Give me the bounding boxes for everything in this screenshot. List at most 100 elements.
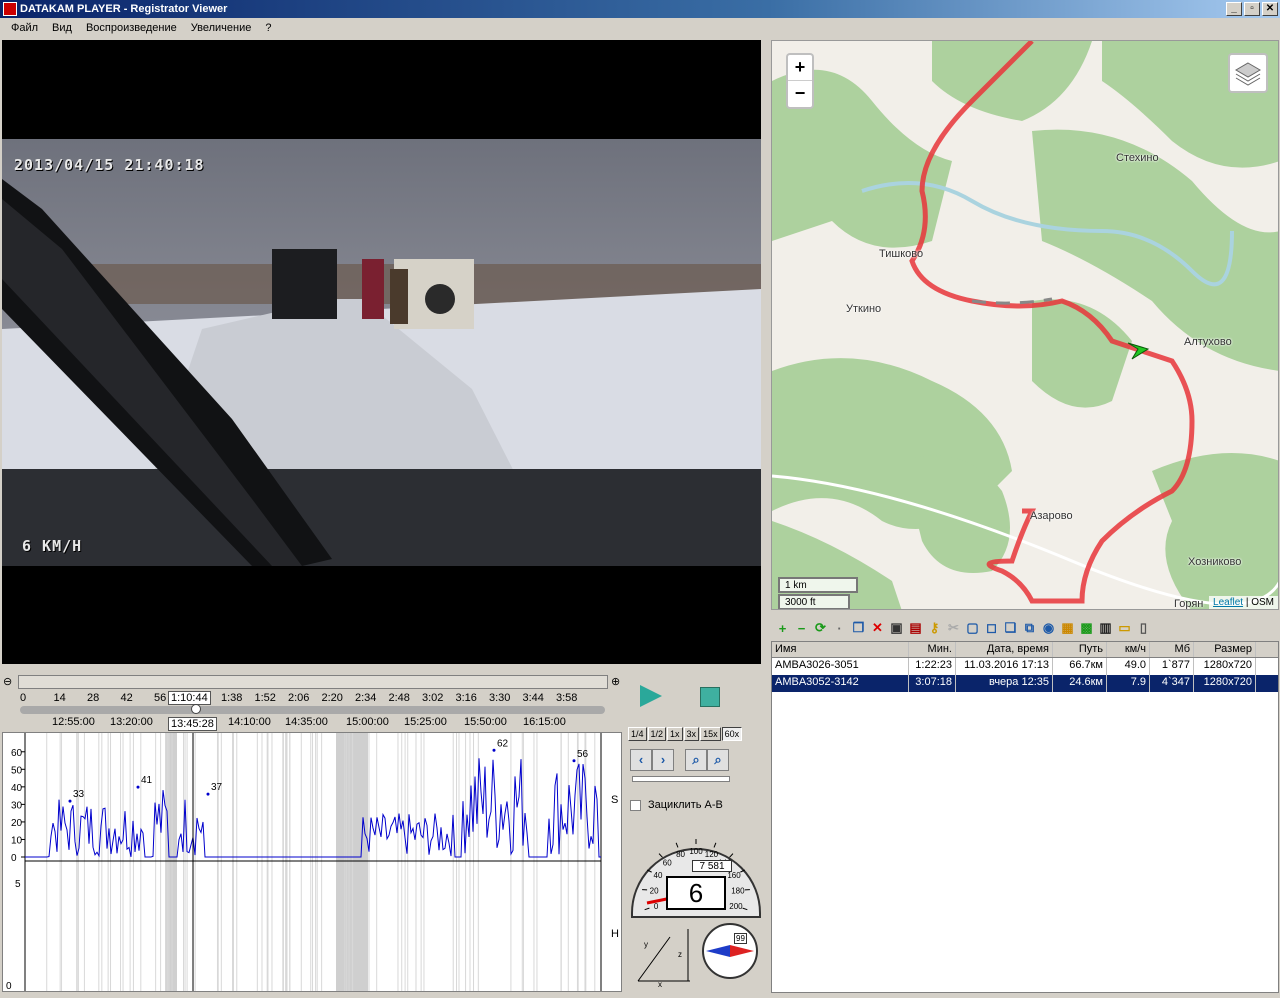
restore-button[interactable]: ▫ [1244,2,1260,16]
next-icon[interactable]: › [652,749,674,771]
map-label-goryan: Горян [1174,598,1204,610]
telemetry-graph[interactable]: 0 10 20 30 40 50 60 33 41 37 62 56 S 0 5 H [2,732,622,992]
new-window-icon[interactable]: ▢ [964,620,981,637]
clock-tick: 13:20:00 [110,716,153,728]
zoom-out-button[interactable]: − [788,81,812,107]
volume-slider[interactable] [632,776,730,782]
zoom-small-icon[interactable]: ⌕ [685,749,708,771]
layers-icon[interactable] [1228,53,1268,93]
window-title: DATAKAM PLAYER - Registrator Viewer [20,3,228,15]
y-tick-label: 50 [11,765,23,776]
y-tick-label: 60 [11,748,23,759]
clock-tick: 15:00:00 [346,716,389,728]
menu-view[interactable]: Вид [45,18,79,38]
key-icon[interactable]: ⚷ [926,620,943,637]
save-icon[interactable]: ▣ [888,620,905,637]
video-panel[interactable]: 2013/04/15 21:40:18 6 KM/H [2,40,761,664]
zoom-in-button[interactable]: + [788,55,812,81]
seek-bar[interactable] [20,706,605,714]
minute-tick: 1:38 [221,692,243,704]
map-icon[interactable]: ▩ [1078,620,1095,637]
menu-bar: Файл Вид Воспроизведение Увеличение ? [0,18,1280,38]
app-icon [3,2,17,16]
menu-zoom[interactable]: Увеличение [184,18,259,38]
image-icon[interactable]: ▦ [1059,620,1076,637]
speed-15x[interactable]: 15x [700,727,721,741]
speed-selector: 1/4 1/2 1x 3x 15x 60x [628,727,743,741]
odometer: 7 581 [692,860,732,872]
film-icon[interactable]: ▥ [1097,620,1114,637]
zoom-in-icon[interactable]: ⊕ [611,675,620,688]
gauge-tick-label: 120 [705,850,719,859]
minute-tick: 3:16 [455,692,477,704]
h-tick-label: 5 [15,879,21,890]
col-date[interactable]: Дата, время [956,642,1053,657]
minimize-button[interactable]: _ [1226,2,1242,16]
delete-icon[interactable]: ✕ [869,620,886,637]
svg-text:x: x [658,980,662,989]
clock-tick: 12:55:00 [52,716,95,728]
menu-file[interactable]: Файл [4,18,45,38]
file-toolbar: + − ⟳ · ❐ ✕ ▣ ▤ ⚷ ✂ ▢ ◻ ❏ ⧉ ◉ ▦ ▩ ▥ ▭ ▯ [771,617,1279,639]
seek-knob[interactable] [190,704,201,714]
table-header: Имя Мин. Дата, время Путь км/ч Мб Размер [772,642,1278,658]
crop-icon[interactable]: ⧉ [1021,620,1038,637]
table-row[interactable]: AMBA3026-3051 1:22:23 11.03.2016 17:13 6… [772,658,1278,675]
zoom-large-icon[interactable]: ⌕ [707,749,730,771]
refresh-icon[interactable]: ⟳ [812,620,829,637]
speed-1-4[interactable]: 1/4 [628,727,647,741]
axis-icon: x y z [637,929,690,989]
map-panel[interactable]: Стехино Тишково Уткино Алтухово Азарово … [771,40,1279,610]
minute-tick: 56 [154,692,167,704]
minute-tick: 3:02 [422,692,444,704]
scale-ft: 3000 ft [778,594,850,609]
stop-icon[interactable] [700,687,720,707]
peak-label: 62 [497,738,509,749]
col-min[interactable]: Мин. [909,642,956,657]
remove-icon[interactable]: − [793,620,810,637]
minute-tick: 2:06 [288,692,310,704]
add-icon[interactable]: + [774,620,791,637]
stack-icon[interactable]: ❏ [1002,620,1019,637]
y-tick-label: 40 [11,783,23,794]
gauge-tick-label: 160 [727,871,741,880]
frame-icon[interactable]: ◻ [983,620,1000,637]
leaflet-link[interactable]: Leaflet [1213,597,1243,608]
prev-icon[interactable]: ‹ [630,749,652,771]
map-label-stekhino: Стехино [1116,152,1159,164]
menu-help[interactable]: ? [258,18,278,38]
col-mb[interactable]: Мб [1150,642,1194,657]
speed-1x[interactable]: 1x [667,727,683,741]
peak-label: 56 [577,749,589,760]
speed-3x[interactable]: 3x [683,727,700,741]
col-kmh[interactable]: км/ч [1107,642,1150,657]
globe-icon[interactable]: ◉ [1040,620,1057,637]
speed-display: 6 [666,876,726,910]
timeline: ⊖ ⊕ 0142842561:241:381:522:062:202:342:4… [0,673,628,733]
speed-60x[interactable]: 60x [721,727,743,741]
close-button[interactable]: ✕ [1262,2,1278,16]
document-icon[interactable]: ▯ [1135,620,1152,637]
peak-point [572,759,576,763]
speed-1-2[interactable]: 1/2 [647,727,667,741]
speed-axis-label: S [611,794,618,806]
map-zoom-control: + − [786,53,814,109]
minute-tick: 14 [53,692,66,704]
gauge-tick [729,853,734,858]
table-row-selected[interactable]: AMBA3052-3142 3:07:18 вчера 12:35 24.6км… [772,675,1278,692]
copy-icon[interactable]: ❐ [850,620,867,637]
gauge-tick-label: 80 [676,850,685,859]
loop-checkbox[interactable] [630,800,641,811]
menu-playback[interactable]: Воспроизведение [79,18,184,38]
col-path[interactable]: Путь [1053,642,1107,657]
timeline-scrollbar[interactable] [18,675,608,689]
export-icon[interactable]: ▤ [907,620,924,637]
cut-icon: ✂ [948,620,959,635]
col-size[interactable]: Размер [1194,642,1256,657]
gauge-tick [713,842,717,848]
play-icon[interactable] [640,685,662,707]
col-name[interactable]: Имя [772,642,909,657]
zoom-out-icon[interactable]: ⊖ [3,675,12,688]
gauge-tick-label: 60 [663,858,672,867]
folder-icon[interactable]: ▭ [1116,620,1133,637]
